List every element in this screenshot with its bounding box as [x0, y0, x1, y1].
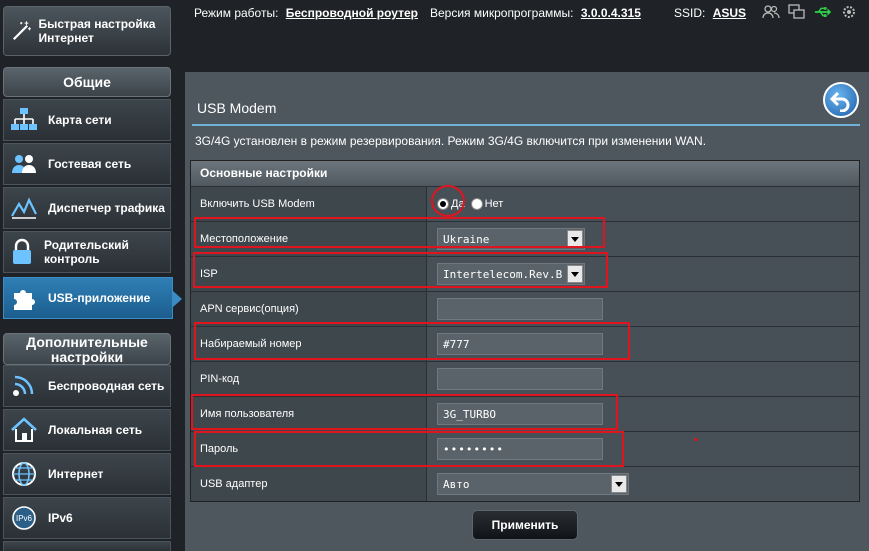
globe-icon: [8, 458, 40, 490]
row-username: Имя пользователя 3G_TURBO: [191, 396, 859, 431]
firmware-version: Версия микропрограммы: 3.0.0.4.315: [430, 6, 641, 20]
sidebar-item-internet[interactable]: Интернет: [3, 453, 171, 495]
operation-mode: Режим работы: Беспроводной роутер: [194, 6, 418, 20]
apn-input[interactable]: [437, 298, 603, 320]
copy-icon[interactable]: [788, 3, 806, 21]
traffic-icon: [8, 192, 40, 224]
usb-puzzle-icon: [8, 282, 40, 314]
ipv6-icon: IPv6: [8, 502, 40, 534]
username-input[interactable]: 3G_TURBO: [437, 403, 603, 425]
main-panel: USB Modem 3G/4G установлен в режим резер…: [185, 72, 869, 551]
dial-number-input[interactable]: #777: [437, 333, 603, 355]
row-usb-adapter: USB адаптер Авто: [191, 466, 859, 501]
magic-wand-icon: [12, 21, 31, 41]
row-location: Местоположение Ukraine: [191, 221, 859, 256]
page-title: USB Modem: [197, 100, 277, 116]
usb-icon[interactable]: [814, 3, 832, 21]
sidebar-item-wireless[interactable]: Беспроводная сеть: [3, 365, 171, 407]
basic-settings-table: Основные настройки Включить USB Modem Да…: [190, 160, 860, 502]
sidebar-item-guest-network[interactable]: Гостевая сеть: [3, 143, 171, 185]
general-section-header: Общие: [3, 67, 171, 97]
back-arrow-icon: [829, 91, 850, 112]
sidebar-item-partial[interactable]: [3, 541, 171, 551]
row-dial-number: Набираемый номер #777: [191, 326, 859, 361]
enable-yes-radio[interactable]: [437, 198, 449, 210]
sidebar-item-network-map[interactable]: Карта сети: [3, 99, 171, 141]
advanced-section-header: Дополнительные настройки: [3, 333, 171, 365]
network-map-icon: [8, 104, 40, 136]
sidebar-item-parental-control[interactable]: Родительский контроль: [3, 231, 171, 273]
operation-mode-link[interactable]: Беспроводной роутер: [286, 6, 418, 20]
location-select[interactable]: Ukraine: [437, 228, 585, 250]
active-indicator-arrow: [173, 291, 182, 307]
enable-radio-group: Да Нет: [437, 198, 503, 210]
svg-text:IPv6: IPv6: [16, 514, 33, 523]
backup-mode-notice: 3G/4G установлен в режим резервирования.…: [195, 134, 707, 148]
usb-adapter-select[interactable]: Авто: [437, 473, 629, 495]
status-bar: Режим работы: Беспроводной роутер Версия…: [176, 0, 869, 26]
enable-no-radio[interactable]: [470, 198, 483, 210]
row-enable-usb-modem: Включить USB Modem Да Нет: [191, 186, 859, 221]
row-apn: APN сервис(опция): [191, 291, 859, 326]
quick-internet-setup[interactable]: Быстрая настройка Интернет: [3, 6, 171, 56]
firmware-link[interactable]: 3.0.0.4.315: [581, 6, 641, 20]
annotation-dot: [694, 438, 697, 441]
enable-no-label: Нет: [484, 198, 504, 210]
ssid-link[interactable]: ASUS: [713, 6, 746, 20]
apply-button[interactable]: Применить: [472, 510, 578, 540]
sidebar-item-ipv6[interactable]: IPv6 IPv6: [3, 497, 171, 539]
title-divider: [192, 124, 860, 126]
chevron-down-icon: [611, 475, 627, 493]
ssid-info: SSID: ASUS: [674, 6, 747, 20]
sidebar-item-usb-application[interactable]: USB-приложение: [3, 277, 173, 319]
sidebar-item-lan[interactable]: Локальная сеть: [3, 409, 171, 451]
password-input[interactable]: ••••••••: [437, 438, 603, 460]
guest-network-icon: [8, 148, 40, 180]
parental-lock-icon: [8, 236, 36, 268]
home-icon: [8, 414, 40, 446]
row-pin: PIN-код: [191, 361, 859, 396]
isp-select[interactable]: Intertelecom.Rev.B: [437, 263, 585, 285]
wireless-icon: [8, 370, 40, 402]
row-isp: ISP Intertelecom.Rev.B: [191, 256, 859, 291]
users-icon[interactable]: [762, 3, 780, 21]
section-title: Основные настройки: [191, 161, 859, 186]
sidebar-item-traffic-manager[interactable]: Диспетчер трафика: [3, 187, 171, 229]
back-button[interactable]: [823, 82, 859, 118]
row-password: Пароль ••••••••: [191, 431, 859, 466]
enable-yes-label: Да: [451, 198, 465, 210]
chevron-down-icon: [567, 265, 583, 283]
pin-input[interactable]: [437, 368, 603, 390]
settings-icon[interactable]: [840, 3, 858, 21]
chevron-down-icon: [567, 230, 583, 248]
status-icons: [762, 3, 858, 21]
